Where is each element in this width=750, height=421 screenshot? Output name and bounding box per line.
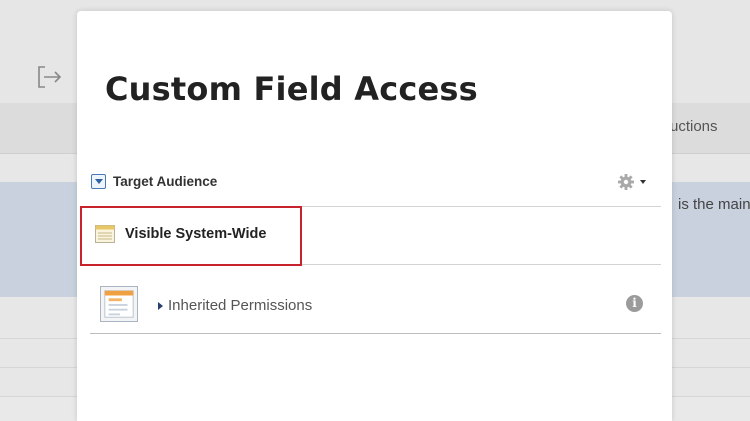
dialog-title: Custom Field Access bbox=[105, 70, 478, 108]
info-icon[interactable]: i bbox=[626, 295, 643, 312]
background-column-header: uctions bbox=[670, 118, 718, 135]
settings-menu-button[interactable] bbox=[617, 173, 651, 191]
section-label: Target Audience bbox=[113, 174, 218, 189]
inherited-permissions-label: Inherited Permissions bbox=[168, 297, 313, 314]
visible-system-wide-row[interactable]: Visible System-Wide bbox=[90, 207, 661, 265]
custom-field-access-dialog: Custom Field Access Target Audience Visi… bbox=[77, 11, 672, 421]
background-cell-text: is the main bbox=[678, 196, 750, 213]
gear-icon bbox=[618, 174, 634, 190]
inherited-permissions-row[interactable]: Inherited Permissions i bbox=[90, 276, 661, 334]
target-audience-section-header: Target Audience bbox=[90, 171, 661, 207]
permissions-thumbnail-icon bbox=[100, 286, 138, 322]
export-icon[interactable] bbox=[36, 64, 62, 90]
expand-arrow-icon[interactable] bbox=[158, 302, 163, 310]
visible-system-wide-label: Visible System-Wide bbox=[125, 226, 267, 242]
table-icon bbox=[95, 225, 115, 243]
collapse-triangle-icon[interactable] bbox=[91, 174, 106, 189]
chevron-down-icon bbox=[640, 180, 646, 184]
